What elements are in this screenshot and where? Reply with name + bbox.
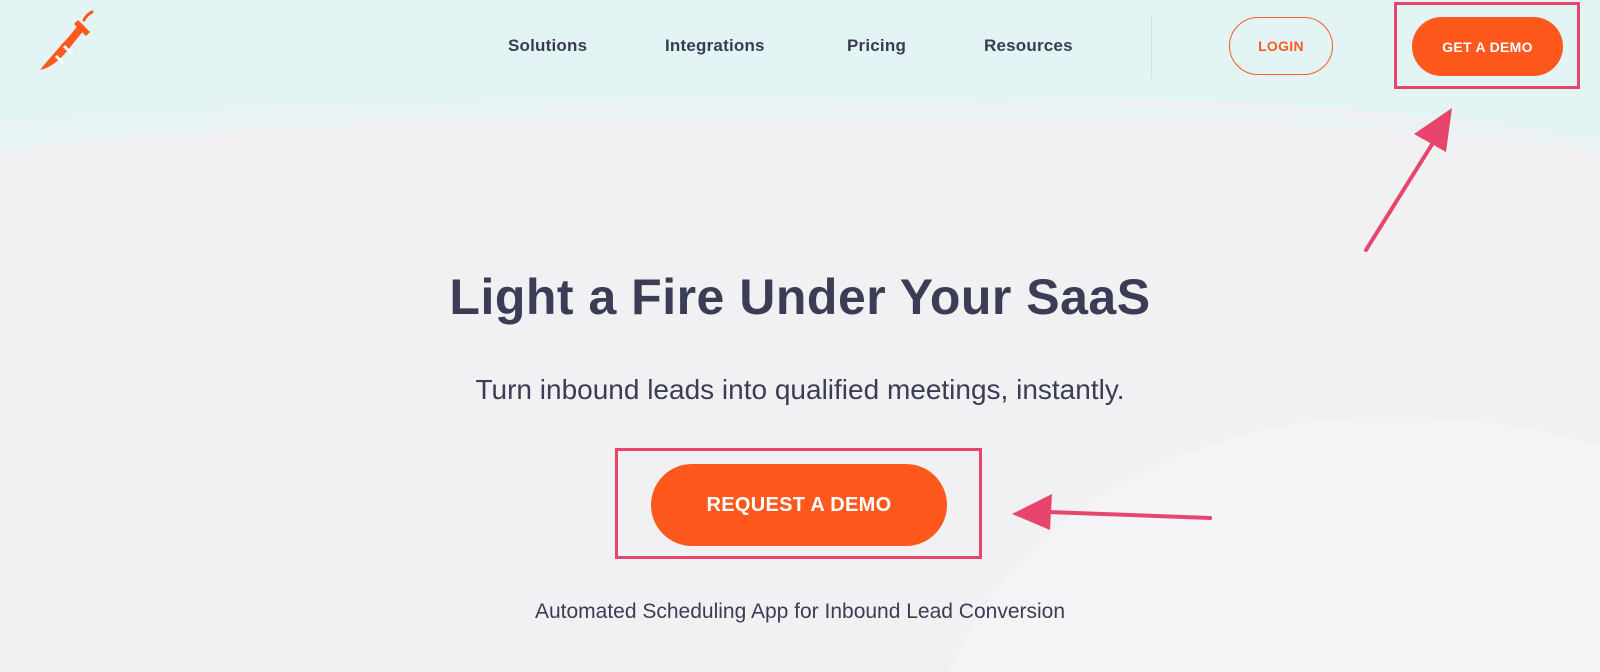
get-a-demo-button[interactable]: GET A DEMO xyxy=(1412,17,1563,76)
nav-divider xyxy=(1151,16,1152,78)
nav-resources[interactable]: Resources xyxy=(984,36,1073,56)
request-a-demo-button[interactable]: REQUEST A DEMO xyxy=(651,464,947,546)
site-header: Solutions Integrations Pricing Resources… xyxy=(0,0,1600,110)
login-button[interactable]: LOGIN xyxy=(1229,17,1333,75)
nav-solutions[interactable]: Solutions xyxy=(508,36,587,56)
hero-tagline: Automated Scheduling App for Inbound Lea… xyxy=(534,600,1066,623)
chili-pepper-icon[interactable] xyxy=(36,10,100,74)
hero-title: Light a Fire Under Your SaaS xyxy=(449,269,1151,325)
nav-integrations[interactable]: Integrations xyxy=(665,36,765,56)
nav-pricing[interactable]: Pricing xyxy=(847,36,906,56)
hero-subtitle: Turn inbound leads into qualified meetin… xyxy=(475,374,1125,405)
